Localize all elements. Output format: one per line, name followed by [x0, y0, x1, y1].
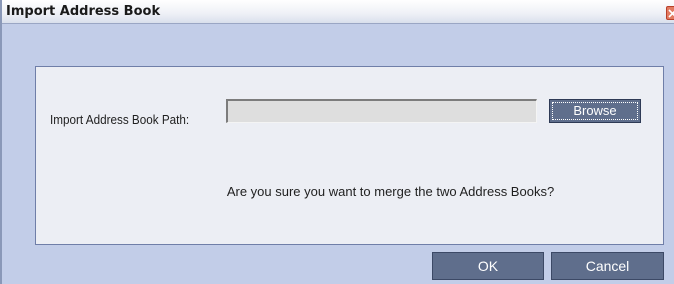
- close-button[interactable]: [666, 6, 674, 20]
- import-panel: Import Address Book Path: Browse Are you…: [35, 66, 664, 245]
- browse-button-label: Browse: [552, 102, 638, 120]
- browse-button[interactable]: Browse: [549, 99, 641, 123]
- import-address-book-dialog: Import Address Book Import Address Book …: [0, 0, 674, 284]
- window-title: Import Address Book: [6, 4, 161, 19]
- ok-button[interactable]: OK: [432, 252, 544, 280]
- cancel-button[interactable]: Cancel: [551, 252, 664, 280]
- close-icon: [668, 9, 674, 18]
- title-bar[interactable]: Import Address Book: [2, 0, 674, 24]
- merge-confirmation-text: Are you sure you want to merge the two A…: [226, 184, 555, 199]
- path-label: Import Address Book Path:: [50, 112, 190, 127]
- path-input[interactable]: [226, 99, 537, 123]
